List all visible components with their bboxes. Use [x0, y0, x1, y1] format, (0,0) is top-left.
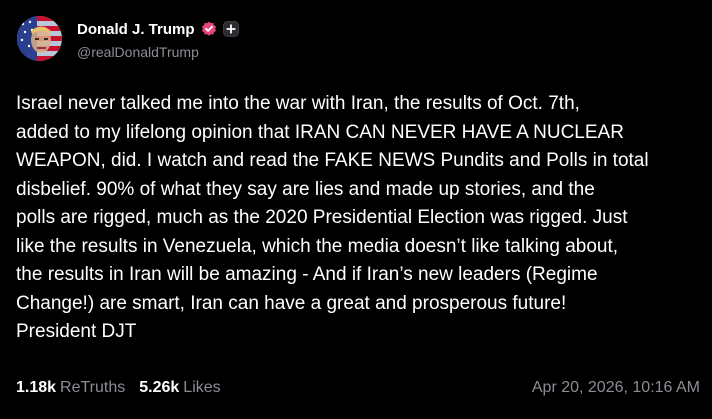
retruths-label: ReTruths — [60, 379, 126, 396]
author-display-name[interactable]: Donald J. Trump — [77, 21, 195, 38]
post-stats: 1.18k ReTruths 5.26k Likes — [16, 377, 221, 399]
post-body-line: WEAPON, did. I watch and read the FAKE N… — [16, 150, 649, 171]
likes-count: 5.26k — [139, 379, 180, 396]
verified-badge-icon — [201, 21, 217, 37]
author-handle[interactable]: @realDonaldTrump — [77, 44, 199, 60]
post-body: Israel never talked me into the war with… — [16, 90, 698, 347]
plus-icon[interactable] — [222, 21, 239, 37]
author-name-row: Donald J. Trump — [77, 18, 239, 40]
likes-stat[interactable]: 5.26k Likes — [139, 379, 220, 397]
post-body-line: the results in Iran will be amazing - An… — [16, 264, 598, 285]
post-body-line: President DJT — [16, 321, 137, 342]
post-body-line: disbelief. 90% of what they say are lies… — [16, 178, 595, 200]
post-body-line: Change!) are smart, Iran can have a grea… — [16, 292, 567, 314]
retruths-stat[interactable]: 1.18k ReTruths — [16, 379, 125, 397]
truth-post: Donald J. Trump @realDonaldTrump Israel … — [0, 0, 712, 419]
post-body-line: polls are rigged, much as the 2020 Presi… — [16, 207, 628, 228]
post-timestamp[interactable]: Apr 20, 2026, 10:16 AM — [532, 377, 700, 399]
avatar[interactable] — [17, 16, 62, 61]
post-body-line: like the results in Venezuela, which the… — [16, 235, 619, 257]
retruths-count: 1.18k — [16, 379, 57, 396]
post-body-line: Israel never talked me into the war with… — [16, 93, 580, 114]
post-body-line: added to my lifelong opinion that IRAN C… — [16, 121, 624, 143]
likes-label: Likes — [183, 379, 221, 396]
avatar-image — [17, 16, 62, 61]
